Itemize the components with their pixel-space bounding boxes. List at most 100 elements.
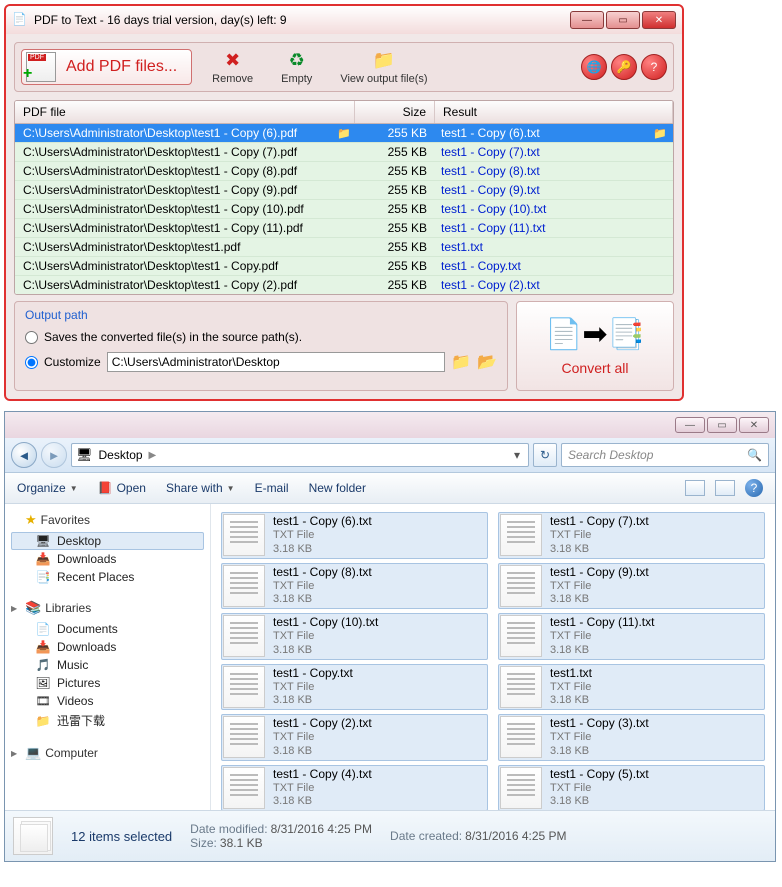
table-row[interactable]: C:\Users\Administrator\Desktop\test1 - C… <box>15 257 673 276</box>
view-output-button[interactable]: 📁 View output file(s) <box>332 47 435 87</box>
chevron-right-icon[interactable]: ▶ <box>149 450 157 461</box>
status-bar: 12 items selected Date modified: 8/31/20… <box>5 810 775 861</box>
result-link[interactable]: test1 - Copy (6).txt <box>441 126 540 140</box>
table-row[interactable]: C:\Users\Administrator\Desktop\test1 - C… <box>15 124 673 143</box>
radio-customize-input[interactable] <box>25 356 38 369</box>
address-bar[interactable]: 🖥 Desktop ▶ ▾ <box>71 443 529 467</box>
recycle-icon: ♻ <box>286 49 308 71</box>
key-button[interactable]: 🔑 <box>611 54 637 80</box>
breadcrumb-desktop[interactable]: Desktop <box>99 448 143 462</box>
globe-button[interactable]: 🌐 <box>581 54 607 80</box>
browse-folder-icon[interactable]: 📁 <box>451 352 471 372</box>
convert-all-button[interactable]: 📄➡📑 Convert all <box>516 301 674 391</box>
table-row[interactable]: C:\Users\Administrator\Desktop\test1 - C… <box>15 200 673 219</box>
explorer-titlebar[interactable]: — ▭ ✕ <box>5 412 775 438</box>
titlebar[interactable]: 📄 PDF to Text - 16 days trial version, d… <box>6 6 682 34</box>
chevron-down-icon: ▼ <box>227 484 235 493</box>
sidebar-computer-header[interactable]: ▶💻Computer <box>11 745 204 761</box>
file-item[interactable]: test1 - Copy (9).txtTXT File3.18 KB <box>498 563 765 610</box>
output-path-input[interactable] <box>107 352 445 372</box>
sidebar-libraries-header[interactable]: ▶📚Libraries <box>11 600 204 616</box>
help-button[interactable]: ? <box>641 54 667 80</box>
explorer-close-button[interactable]: ✕ <box>739 417 769 433</box>
open-button[interactable]: 📕Open <box>98 481 146 495</box>
folder-icon[interactable]: 📁 <box>653 127 667 140</box>
explorer-help-button[interactable]: ? <box>745 479 763 497</box>
file-list-area[interactable]: test1 - Copy (6).txtTXT File3.18 KBtest1… <box>211 504 775 810</box>
address-dropdown-icon[interactable]: ▾ <box>510 448 524 462</box>
table-row[interactable]: C:\Users\Administrator\Desktop\test1 - C… <box>15 219 673 238</box>
empty-button[interactable]: ♻ Empty <box>273 47 320 87</box>
sidebar-item[interactable]: 📁迅雷下载 <box>11 710 204 731</box>
table-row[interactable]: C:\Users\Administrator\Desktop\test1.pdf… <box>15 238 673 257</box>
preview-pane-button[interactable] <box>715 480 735 496</box>
nav-forward-button[interactable]: ► <box>41 442 67 468</box>
file-item[interactable]: test1 - Copy (11).txtTXT File3.18 KB <box>498 613 765 660</box>
remove-button[interactable]: ✖ Remove <box>204 47 261 87</box>
sidebar-item[interactable]: 🎞Videos <box>11 692 204 710</box>
sidebar-item-icon: 📄 <box>35 622 51 636</box>
window-title: PDF to Text - 16 days trial version, day… <box>34 13 570 27</box>
remove-icon: ✖ <box>222 49 244 71</box>
result-link[interactable]: test1 - Copy (7).txt <box>441 145 540 159</box>
sidebar-item[interactable]: 🖼Pictures <box>11 674 204 692</box>
file-item[interactable]: test1 - Copy (7).txtTXT File3.18 KB <box>498 512 765 559</box>
result-link[interactable]: test1 - Copy (2).txt <box>441 278 540 292</box>
search-input[interactable]: Search Desktop 🔍 <box>561 443 769 467</box>
file-item[interactable]: test1.txtTXT File3.18 KB <box>498 664 765 711</box>
header-result[interactable]: Result <box>435 101 673 123</box>
sidebar-item-icon: 📥 <box>35 640 51 654</box>
result-link[interactable]: test1.txt <box>441 240 483 254</box>
table-row[interactable]: C:\Users\Administrator\Desktop\test1 - C… <box>15 143 673 162</box>
search-icon[interactable]: 🔍 <box>747 448 762 462</box>
folder-icon[interactable]: 📁 <box>333 127 351 140</box>
maximize-button[interactable]: ▭ <box>606 11 640 29</box>
share-with-menu[interactable]: Share with ▼ <box>166 481 235 495</box>
nav-back-button[interactable]: ◄ <box>11 442 37 468</box>
header-size[interactable]: Size <box>355 101 435 123</box>
table-row[interactable]: C:\Users\Administrator\Desktop\test1 - C… <box>15 162 673 181</box>
file-item[interactable]: test1 - Copy (8).txtTXT File3.18 KB <box>221 563 488 610</box>
organize-menu[interactable]: Organize ▼ <box>17 481 78 495</box>
file-item[interactable]: test1 - Copy (2).txtTXT File3.18 KB <box>221 714 488 761</box>
radio-source-path[interactable]: Saves the converted file(s) in the sourc… <box>25 330 497 344</box>
file-item[interactable]: test1 - Copy (3).txtTXT File3.18 KB <box>498 714 765 761</box>
sidebar-favorites-header[interactable]: ★Favorites <box>11 512 204 528</box>
refresh-button[interactable]: ↻ <box>533 443 557 467</box>
new-folder-button[interactable]: New folder <box>309 481 366 495</box>
file-item[interactable]: test1 - Copy (4).txtTXT File3.18 KB <box>221 765 488 811</box>
explorer-maximize-button[interactable]: ▭ <box>707 417 737 433</box>
file-item[interactable]: test1 - Copy (6).txtTXT File3.18 KB <box>221 512 488 559</box>
sidebar-item-icon: 🎞 <box>35 694 51 708</box>
email-button[interactable]: E-mail <box>255 481 289 495</box>
result-link[interactable]: test1 - Copy.txt <box>441 259 521 273</box>
table-row[interactable]: C:\Users\Administrator\Desktop\test1 - C… <box>15 181 673 200</box>
file-item[interactable]: test1 - Copy.txtTXT File3.18 KB <box>221 664 488 711</box>
sidebar-item[interactable]: 📑Recent Places <box>11 568 204 586</box>
sidebar-item[interactable]: 🎵Music <box>11 656 204 674</box>
minimize-button[interactable]: — <box>570 11 604 29</box>
sidebar-item[interactable]: 📥Downloads <box>11 638 204 656</box>
view-options-button[interactable] <box>685 480 705 496</box>
explorer-minimize-button[interactable]: — <box>675 417 705 433</box>
sidebar-item[interactable]: 📥Downloads <box>11 550 204 568</box>
sidebar-item[interactable]: 🖥Desktop <box>11 532 204 550</box>
libraries-icon: 📚 <box>25 600 41 616</box>
radio-source-input[interactable] <box>25 331 38 344</box>
output-path-panel: Output path Saves the converted file(s) … <box>14 301 508 391</box>
result-link[interactable]: test1 - Copy (11).txt <box>441 221 545 235</box>
header-pdf-file[interactable]: PDF file <box>15 101 355 123</box>
result-link[interactable]: test1 - Copy (9).txt <box>441 183 540 197</box>
add-pdf-files-button[interactable]: Add PDF files... <box>21 49 192 85</box>
table-row[interactable]: C:\Users\Administrator\Desktop\test1 - C… <box>15 276 673 294</box>
open-folder-icon[interactable]: 📂 <box>477 352 497 372</box>
close-button[interactable]: ✕ <box>642 11 676 29</box>
result-link[interactable]: test1 - Copy (8).txt <box>441 164 540 178</box>
sidebar-item[interactable]: 📄Documents <box>11 620 204 638</box>
file-item[interactable]: test1 - Copy (5).txtTXT File3.18 KB <box>498 765 765 811</box>
star-icon: ★ <box>25 512 37 528</box>
file-icon <box>500 716 542 758</box>
file-item[interactable]: test1 - Copy (10).txtTXT File3.18 KB <box>221 613 488 660</box>
result-link[interactable]: test1 - Copy (10).txt <box>441 202 546 216</box>
table-body[interactable]: C:\Users\Administrator\Desktop\test1 - C… <box>15 124 673 294</box>
